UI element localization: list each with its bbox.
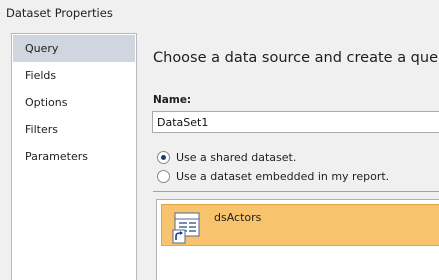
- page-heading: Choose a data source and create a query.: [153, 50, 439, 66]
- separator: [153, 191, 439, 192]
- name-field[interactable]: [152, 111, 439, 133]
- name-label: Name:: [153, 94, 192, 106]
- dataset-list-item[interactable]: dsActors: [161, 204, 439, 246]
- sidebar-item-parameters[interactable]: Parameters: [13, 143, 135, 170]
- radio-button-unchecked[interactable]: [157, 169, 170, 183]
- dataset-label: dsActors: [214, 211, 262, 224]
- sidebar-nav: Query Fields Options Filters Parameters: [11, 33, 137, 280]
- sidebar-item-query[interactable]: Query: [13, 35, 135, 62]
- use-shared-dataset-option[interactable]: Use a shared dataset.: [157, 149, 296, 165]
- radio-button-checked[interactable]: [157, 150, 170, 164]
- shared-dataset-icon: [172, 212, 200, 244]
- use-embedded-dataset-option[interactable]: Use a dataset embedded in my report.: [157, 168, 389, 184]
- shared-dataset-list[interactable]: dsActors: [156, 199, 439, 280]
- sidebar-item-options[interactable]: Options: [13, 89, 135, 116]
- sidebar-item-fields[interactable]: Fields: [13, 62, 135, 89]
- use-embedded-dataset-label: Use a dataset embedded in my report.: [176, 169, 390, 183]
- title-bar: Dataset Properties: [0, 0, 439, 28]
- window-title: Dataset Properties: [6, 6, 113, 20]
- sidebar-item-filters[interactable]: Filters: [13, 116, 135, 143]
- use-shared-dataset-label: Use a shared dataset.: [176, 150, 297, 164]
